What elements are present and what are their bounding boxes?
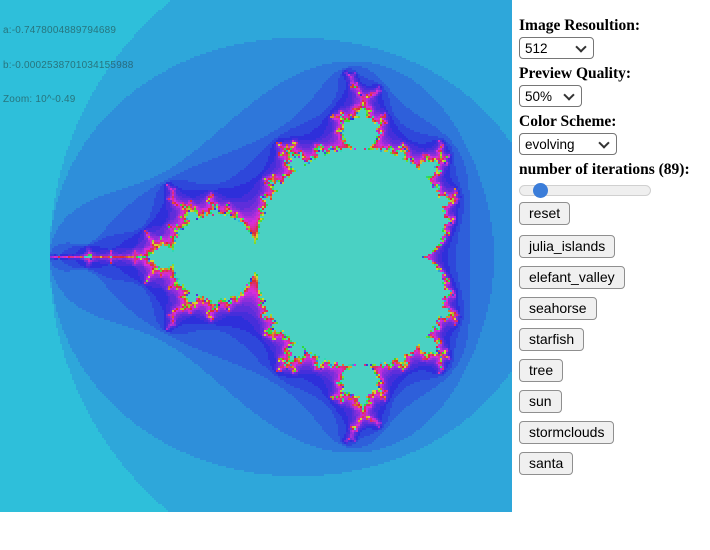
- controls-panel: Image Resoultion: 512 Preview Quality: 5…: [519, 0, 705, 483]
- coordinate-b: b:-0.0002538701034155988: [3, 60, 133, 72]
- preset-button-tree[interactable]: tree: [519, 359, 563, 382]
- resolution-label: Image Resoultion:: [519, 17, 705, 34]
- color-scheme-select[interactable]: evolving: [519, 133, 617, 155]
- quality-select[interactable]: 50%: [519, 85, 582, 107]
- scheme-select-wrap: evolving: [519, 133, 617, 155]
- resolution-select[interactable]: 512: [519, 37, 594, 59]
- iterations-slider[interactable]: [519, 185, 651, 196]
- app-page: a:-0.7478004889794689 b:-0.0002538701034…: [0, 0, 710, 550]
- iterations-label: number of iterations (89):: [519, 161, 705, 178]
- quality-select-wrap: 50%: [519, 85, 582, 107]
- fractal-viewport[interactable]: a:-0.7478004889794689 b:-0.0002538701034…: [0, 0, 512, 512]
- color-scheme-label: Color Scheme:: [519, 113, 705, 130]
- preset-button-starfish[interactable]: starfish: [519, 328, 584, 351]
- preset-button-julia-islands[interactable]: julia_islands: [519, 235, 615, 258]
- preset-button-santa[interactable]: santa: [519, 452, 573, 475]
- zoom-level: Zoom: 10^-0.49: [3, 94, 133, 106]
- coordinate-a: a:-0.7478004889794689: [3, 25, 133, 37]
- preset-button-seahorse[interactable]: seahorse: [519, 297, 597, 320]
- quality-label: Preview Quality:: [519, 65, 705, 82]
- preset-button-sun[interactable]: sun: [519, 390, 562, 413]
- preset-button-elefant-valley[interactable]: elefant_valley: [519, 266, 625, 289]
- coordinate-overlay: a:-0.7478004889794689 b:-0.0002538701034…: [3, 2, 133, 129]
- resolution-select-wrap: 512: [519, 37, 594, 59]
- preset-button-stormclouds[interactable]: stormclouds: [519, 421, 614, 444]
- reset-button[interactable]: reset: [519, 202, 570, 225]
